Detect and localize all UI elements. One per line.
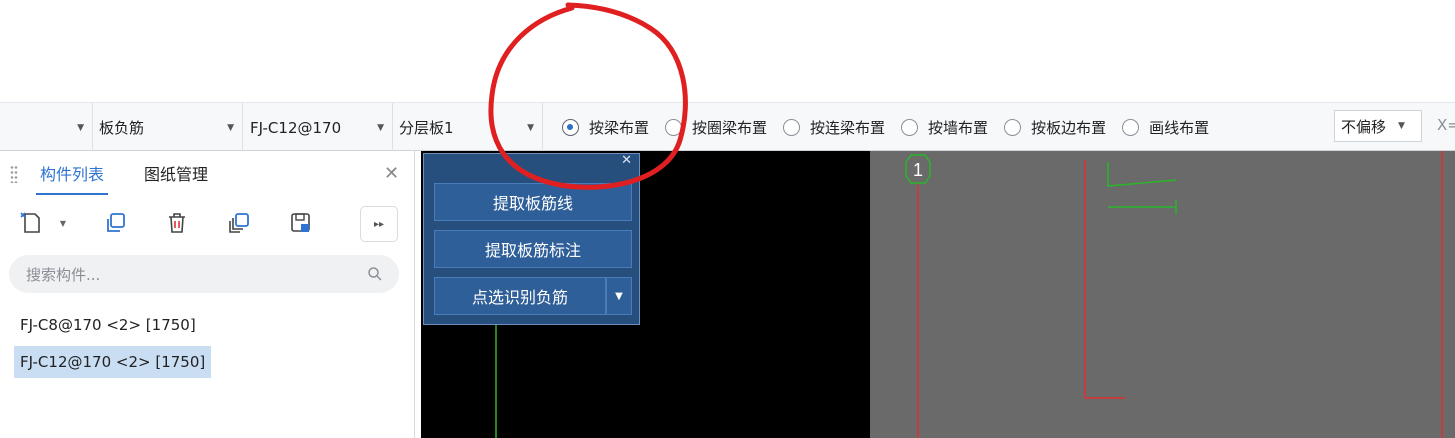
annotation-overlay <box>488 2 688 190</box>
annotation-circle <box>488 2 688 190</box>
